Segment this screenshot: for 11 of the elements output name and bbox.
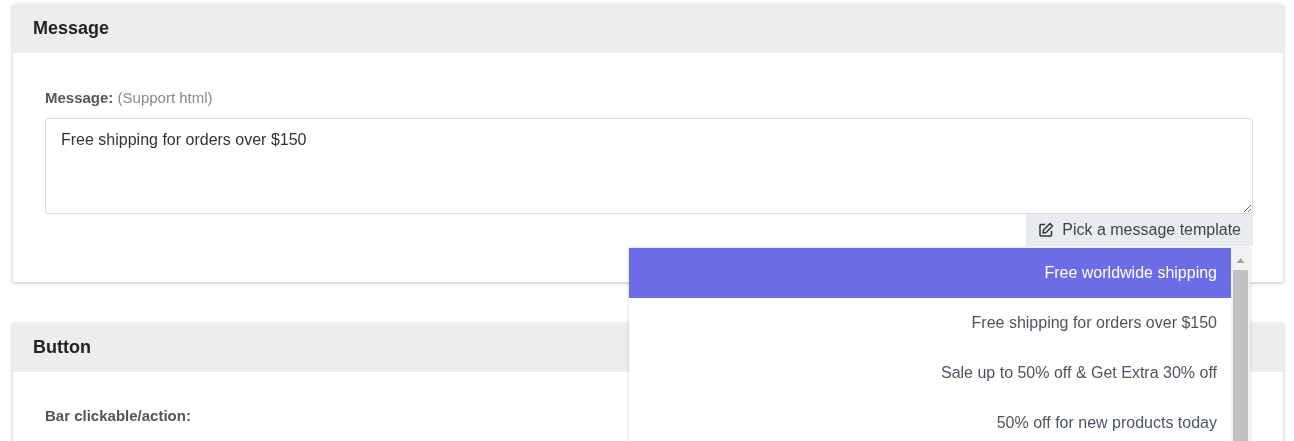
template-option[interactable]: Sale up to 50% off & Get Extra 30% off xyxy=(629,348,1231,398)
message-field[interactable]: Free shipping for orders over $150 xyxy=(45,118,1253,214)
card-title: Message xyxy=(33,18,110,39)
template-option[interactable]: Free worldwide shipping xyxy=(629,248,1231,298)
field-label: Bar clickable/action: xyxy=(45,407,191,424)
template-option[interactable]: 50% off for new products today xyxy=(629,398,1231,441)
field-label: Message: (Support html) xyxy=(45,89,213,106)
template-option[interactable]: Free shipping for orders over $150 xyxy=(629,298,1231,348)
edit-icon xyxy=(1038,222,1055,238)
card-title: Button xyxy=(33,337,91,358)
template-button[interactable]: Pick a message template xyxy=(1026,214,1253,246)
